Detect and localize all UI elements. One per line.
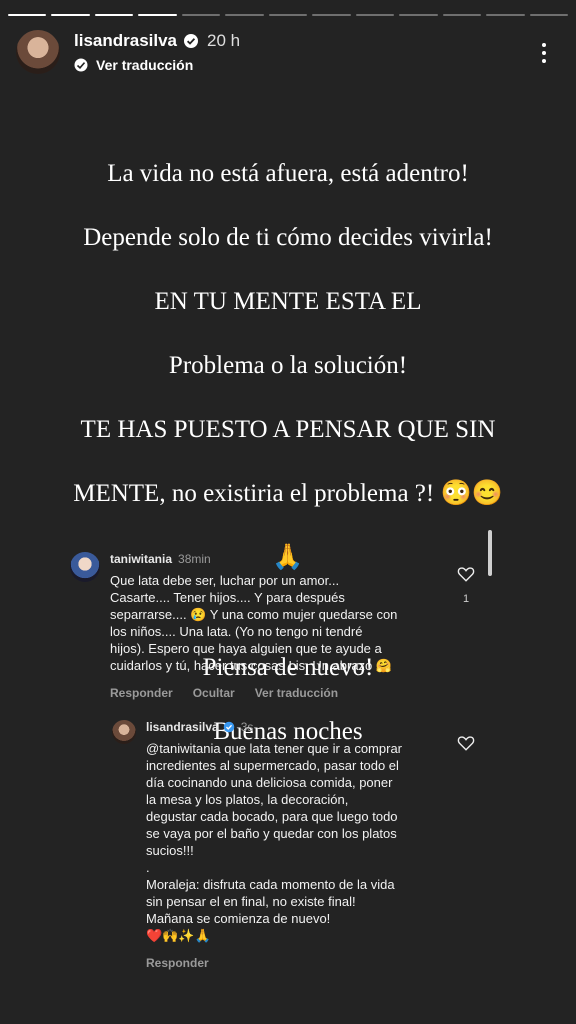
comment-text: Que lata debe ser, luchar por un amor...… [110,573,398,673]
hide-button[interactable]: Ocultar [193,686,235,700]
progress-segment [312,14,351,16]
verified-badge-icon [223,721,234,733]
reply-button[interactable]: Responder [146,956,209,970]
comments-scrollbar[interactable] [488,530,492,576]
progress-segment [181,14,221,16]
comment-time: 38min [178,552,211,566]
progress-segment [225,14,264,16]
story-line: Problema o la solución! [168,352,408,379]
comment-like: 1 [457,565,475,605]
progress-segment [138,14,177,16]
story-view: lisandrasilva 20 h Ver traducción La vid… [0,0,576,1024]
reply-username[interactable]: lisandrasilva [146,720,219,734]
comment-username[interactable]: taniwitania [110,552,172,566]
heart-icon[interactable] [457,565,475,583]
verified-badge-icon [184,34,199,48]
story-line: MENTE, no existiria el problema ?! 😳😊 [73,480,503,507]
story-line: Depende solo de ti cómo decides vivirla! [83,224,493,251]
story-header-info: lisandrasilva 20 h Ver traducción [74,31,240,73]
reply-time: 3s [240,720,254,734]
progress-segment [486,14,525,16]
reply-actions: Responder [146,956,402,970]
like-count: 1 [462,593,470,605]
progress-segment [442,14,482,16]
avatar[interactable] [16,30,60,74]
story-time: 20 h [207,31,241,50]
comment-actions: Responder Ocultar Ver traducción [110,686,397,700]
comment-lisandrasilva: lisandrasilva 3s @taniwitania que lata t… [112,720,452,970]
story-line: EN TU MENTE ESTA EL [154,288,422,315]
comment-avatar[interactable] [70,552,100,582]
heart-icon[interactable] [457,734,475,752]
progress-segment [529,14,569,16]
progress-segment [51,14,90,16]
translate-button[interactable]: Ver traducción [255,686,338,700]
more-options-icon[interactable] [532,40,556,66]
progress-segment [94,14,134,16]
progress-segment [355,14,395,16]
reply-text: @taniwitania que lata tener que ir a com… [146,741,403,943]
translate-label: Ver traducción [96,57,194,73]
translate-icon [74,58,88,72]
comment-taniwitania: taniwitania 38min Que lata debe ser, luc… [70,552,460,700]
reply-button[interactable]: Responder [110,686,173,700]
story-line: La vida no está afuera, está adentro! [107,160,469,187]
reply-like [457,734,475,752]
username[interactable]: lisandrasilva [74,31,177,51]
progress-segment [268,14,308,16]
reply-avatar[interactable] [112,720,136,744]
story-line: TE HAS PUESTO A PENSAR QUE SIN [80,416,496,443]
translate-link[interactable]: Ver traducción [74,57,240,73]
progress-segment [399,14,438,16]
story-header: lisandrasilva 20 h Ver traducción [16,28,560,76]
story-progress-bar [8,14,569,16]
progress-segment [8,14,47,16]
